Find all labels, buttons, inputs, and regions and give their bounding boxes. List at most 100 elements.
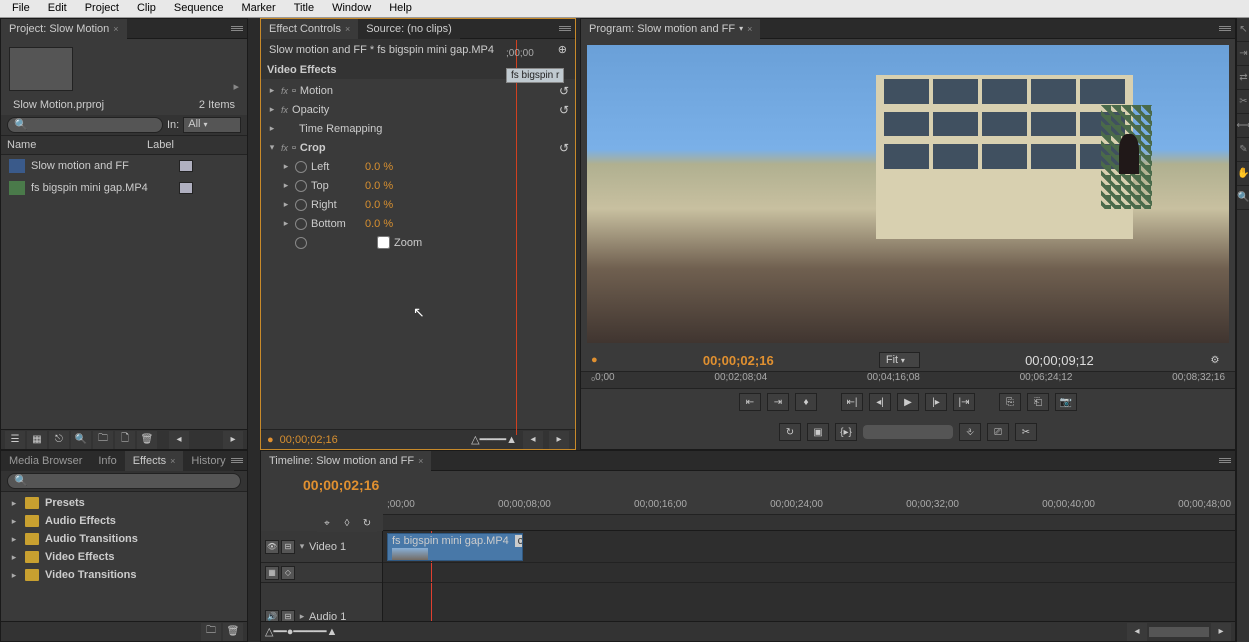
add-marker-icon[interactable]: ♦ xyxy=(795,393,817,411)
crop-prop-bottom[interactable]: ▸Bottom0.0 % xyxy=(261,214,575,233)
program-time-ruler[interactable]: ₀0;0000;02;08;0400;04;16;0800;06;24;1200… xyxy=(581,371,1235,389)
close-icon[interactable]: × xyxy=(113,24,118,34)
crop-prop-right[interactable]: ▸Right0.0 % xyxy=(261,195,575,214)
pen-tool-icon[interactable]: ✎ xyxy=(1237,138,1249,162)
menu-window[interactable]: Window xyxy=(324,2,379,15)
export-frame-icon[interactable]: 📷 xyxy=(1055,393,1077,411)
panel-menu-icon[interactable] xyxy=(231,455,243,465)
panel-menu-icon[interactable] xyxy=(231,23,243,33)
col-header-name[interactable]: Name xyxy=(7,139,147,151)
automate-icon[interactable]: ⎋ xyxy=(49,431,69,449)
mark-out-icon[interactable]: ⇥ xyxy=(767,393,789,411)
menu-edit[interactable]: Edit xyxy=(40,2,75,15)
tab-info[interactable]: Info xyxy=(90,451,124,471)
close-icon[interactable]: × xyxy=(747,24,752,34)
reset-icon[interactable]: ↺ xyxy=(559,103,569,117)
stopwatch-icon[interactable] xyxy=(295,180,307,192)
scroll-left-icon[interactable]: ◂ xyxy=(523,431,543,449)
crop-prop-top[interactable]: ▸Top0.0 % xyxy=(261,176,575,195)
tab-source[interactable]: Source: (no clips) xyxy=(358,19,460,39)
bin-item-sequence[interactable]: Slow motion and FF xyxy=(1,155,247,177)
stopwatch-icon[interactable] xyxy=(295,237,307,249)
project-search-input[interactable] xyxy=(7,117,163,133)
tab-project[interactable]: Project: Slow Motion × xyxy=(1,19,127,39)
tab-history[interactable]: History xyxy=(183,451,233,471)
crop-left-value[interactable]: 0.0 % xyxy=(365,161,393,173)
panel-menu-icon[interactable] xyxy=(559,23,571,33)
effect-crop[interactable]: ▾fx▫Crop↺ xyxy=(261,138,575,157)
zoom-slider[interactable]: △━━━━▲ xyxy=(471,433,517,446)
settings-icon[interactable]: ⚙ xyxy=(1205,351,1225,369)
shuttle-slider[interactable] xyxy=(863,425,953,439)
in-filter-dropdown[interactable]: All ▾ xyxy=(183,117,241,133)
stopwatch-icon[interactable] xyxy=(295,161,307,173)
timeline-clip[interactable]: fs bigspin mini gap.MP4 city ▾ xyxy=(387,533,523,561)
menu-file[interactable]: File xyxy=(4,2,38,15)
label-swatch[interactable] xyxy=(179,182,193,194)
step-back-icon[interactable]: ◂| xyxy=(869,393,891,411)
menu-clip[interactable]: Clip xyxy=(129,2,164,15)
stopwatch-icon[interactable] xyxy=(295,218,307,230)
encore-icon[interactable]: ↻ xyxy=(357,514,377,532)
go-to-out-icon[interactable]: |⇥ xyxy=(953,393,975,411)
close-icon[interactable]: × xyxy=(170,456,175,466)
scroll-thumb[interactable] xyxy=(1149,627,1209,637)
lift-icon[interactable]: ⎘ xyxy=(999,393,1021,411)
zoom-slider[interactable]: △━━●━━━━━▲ xyxy=(265,625,337,638)
toggle-output-icon[interactable]: 👁 xyxy=(265,540,279,554)
effect-time-remapping[interactable]: ▸Time Remapping xyxy=(261,119,575,138)
crop-top-value[interactable]: 0.0 % xyxy=(365,180,393,192)
tab-timeline[interactable]: Timeline: Slow motion and FF × xyxy=(261,451,431,471)
zoom-tool-icon[interactable]: 🔍 xyxy=(1237,186,1249,210)
insert-icon[interactable]: ⎀ xyxy=(959,423,981,441)
reset-icon[interactable]: ↺ xyxy=(559,84,569,98)
tab-program[interactable]: Program: Slow motion and FF ▾ × xyxy=(581,19,760,39)
new-bin-icon[interactable]: 🗀 xyxy=(201,623,221,641)
label-swatch[interactable] xyxy=(179,160,193,172)
ec-clip-chip[interactable]: fs bigspin r xyxy=(506,68,564,83)
find-icon[interactable]: 🔍 xyxy=(71,431,91,449)
col-header-label[interactable]: Label xyxy=(147,139,174,151)
slip-tool-icon[interactable]: ⟷ xyxy=(1237,114,1249,138)
toggle-sync-lock-icon[interactable]: ⊟ xyxy=(281,540,295,554)
reset-icon[interactable]: ↺ xyxy=(559,141,569,155)
preset-folder-video-transitions[interactable]: ▸Video Transitions xyxy=(1,566,247,584)
new-item-icon[interactable]: 🗋 xyxy=(115,431,135,449)
safe-margins-icon[interactable]: ▣ xyxy=(807,423,829,441)
tab-effect-controls[interactable]: Effect Controls × xyxy=(261,19,358,39)
program-current-timecode[interactable]: 00;00;02;16 xyxy=(703,353,774,368)
close-icon[interactable]: × xyxy=(418,456,423,466)
snap-icon[interactable]: ⌖ xyxy=(317,514,337,532)
track-select-tool-icon[interactable]: ⇥ xyxy=(1237,42,1249,66)
marker-icon[interactable]: ◊ xyxy=(337,514,357,532)
timeline-clips-area[interactable]: fs bigspin mini gap.MP4 city ▾ xyxy=(383,531,1235,633)
preset-folder-video-effects[interactable]: ▸Video Effects xyxy=(1,548,247,566)
crop-right-value[interactable]: 0.0 % xyxy=(365,199,393,211)
menu-help[interactable]: Help xyxy=(381,2,420,15)
menu-marker[interactable]: Marker xyxy=(233,2,283,15)
menu-sequence[interactable]: Sequence xyxy=(166,2,232,15)
ripple-edit-tool-icon[interactable]: ⇄ xyxy=(1237,66,1249,90)
video-track-header[interactable]: 👁 ⊟ ▾ Video 1 xyxy=(261,531,382,563)
timeline-ruler[interactable]: ;00;0000;00;08;0000;00;16;0000;00;24;000… xyxy=(383,499,1235,515)
crop-prop-zoom[interactable]: Zoom xyxy=(261,233,575,252)
crop-bottom-value[interactable]: 0.0 % xyxy=(365,218,393,230)
go-to-in-icon[interactable]: ⇤| xyxy=(841,393,863,411)
playhead-sync-icon[interactable]: ⊕ xyxy=(558,43,567,56)
stopwatch-icon[interactable] xyxy=(295,199,307,211)
menu-title[interactable]: Title xyxy=(286,2,322,15)
dropdown-arrow-icon[interactable]: ▾ xyxy=(739,24,743,33)
trash-icon[interactable]: 🗑 xyxy=(223,623,243,641)
menu-project[interactable]: Project xyxy=(77,2,127,15)
effect-motion[interactable]: ▸fx▫Motion↺ xyxy=(261,81,575,100)
program-viewer[interactable] xyxy=(587,45,1229,343)
trim-icon[interactable]: ✂ xyxy=(1015,423,1037,441)
crop-prop-left[interactable]: ▸Left0.0 % xyxy=(261,157,575,176)
keyframes-icon[interactable]: ◇ xyxy=(281,566,295,580)
mark-in-icon[interactable]: ⇤ xyxy=(739,393,761,411)
effects-search-input[interactable] xyxy=(7,473,241,489)
hand-tool-icon[interactable]: ✋ xyxy=(1237,162,1249,186)
nav-arrow-icon[interactable]: ▸ xyxy=(233,80,239,93)
razor-tool-icon[interactable]: ✂ xyxy=(1237,90,1249,114)
scroll-right-icon[interactable]: ▸ xyxy=(223,431,243,449)
